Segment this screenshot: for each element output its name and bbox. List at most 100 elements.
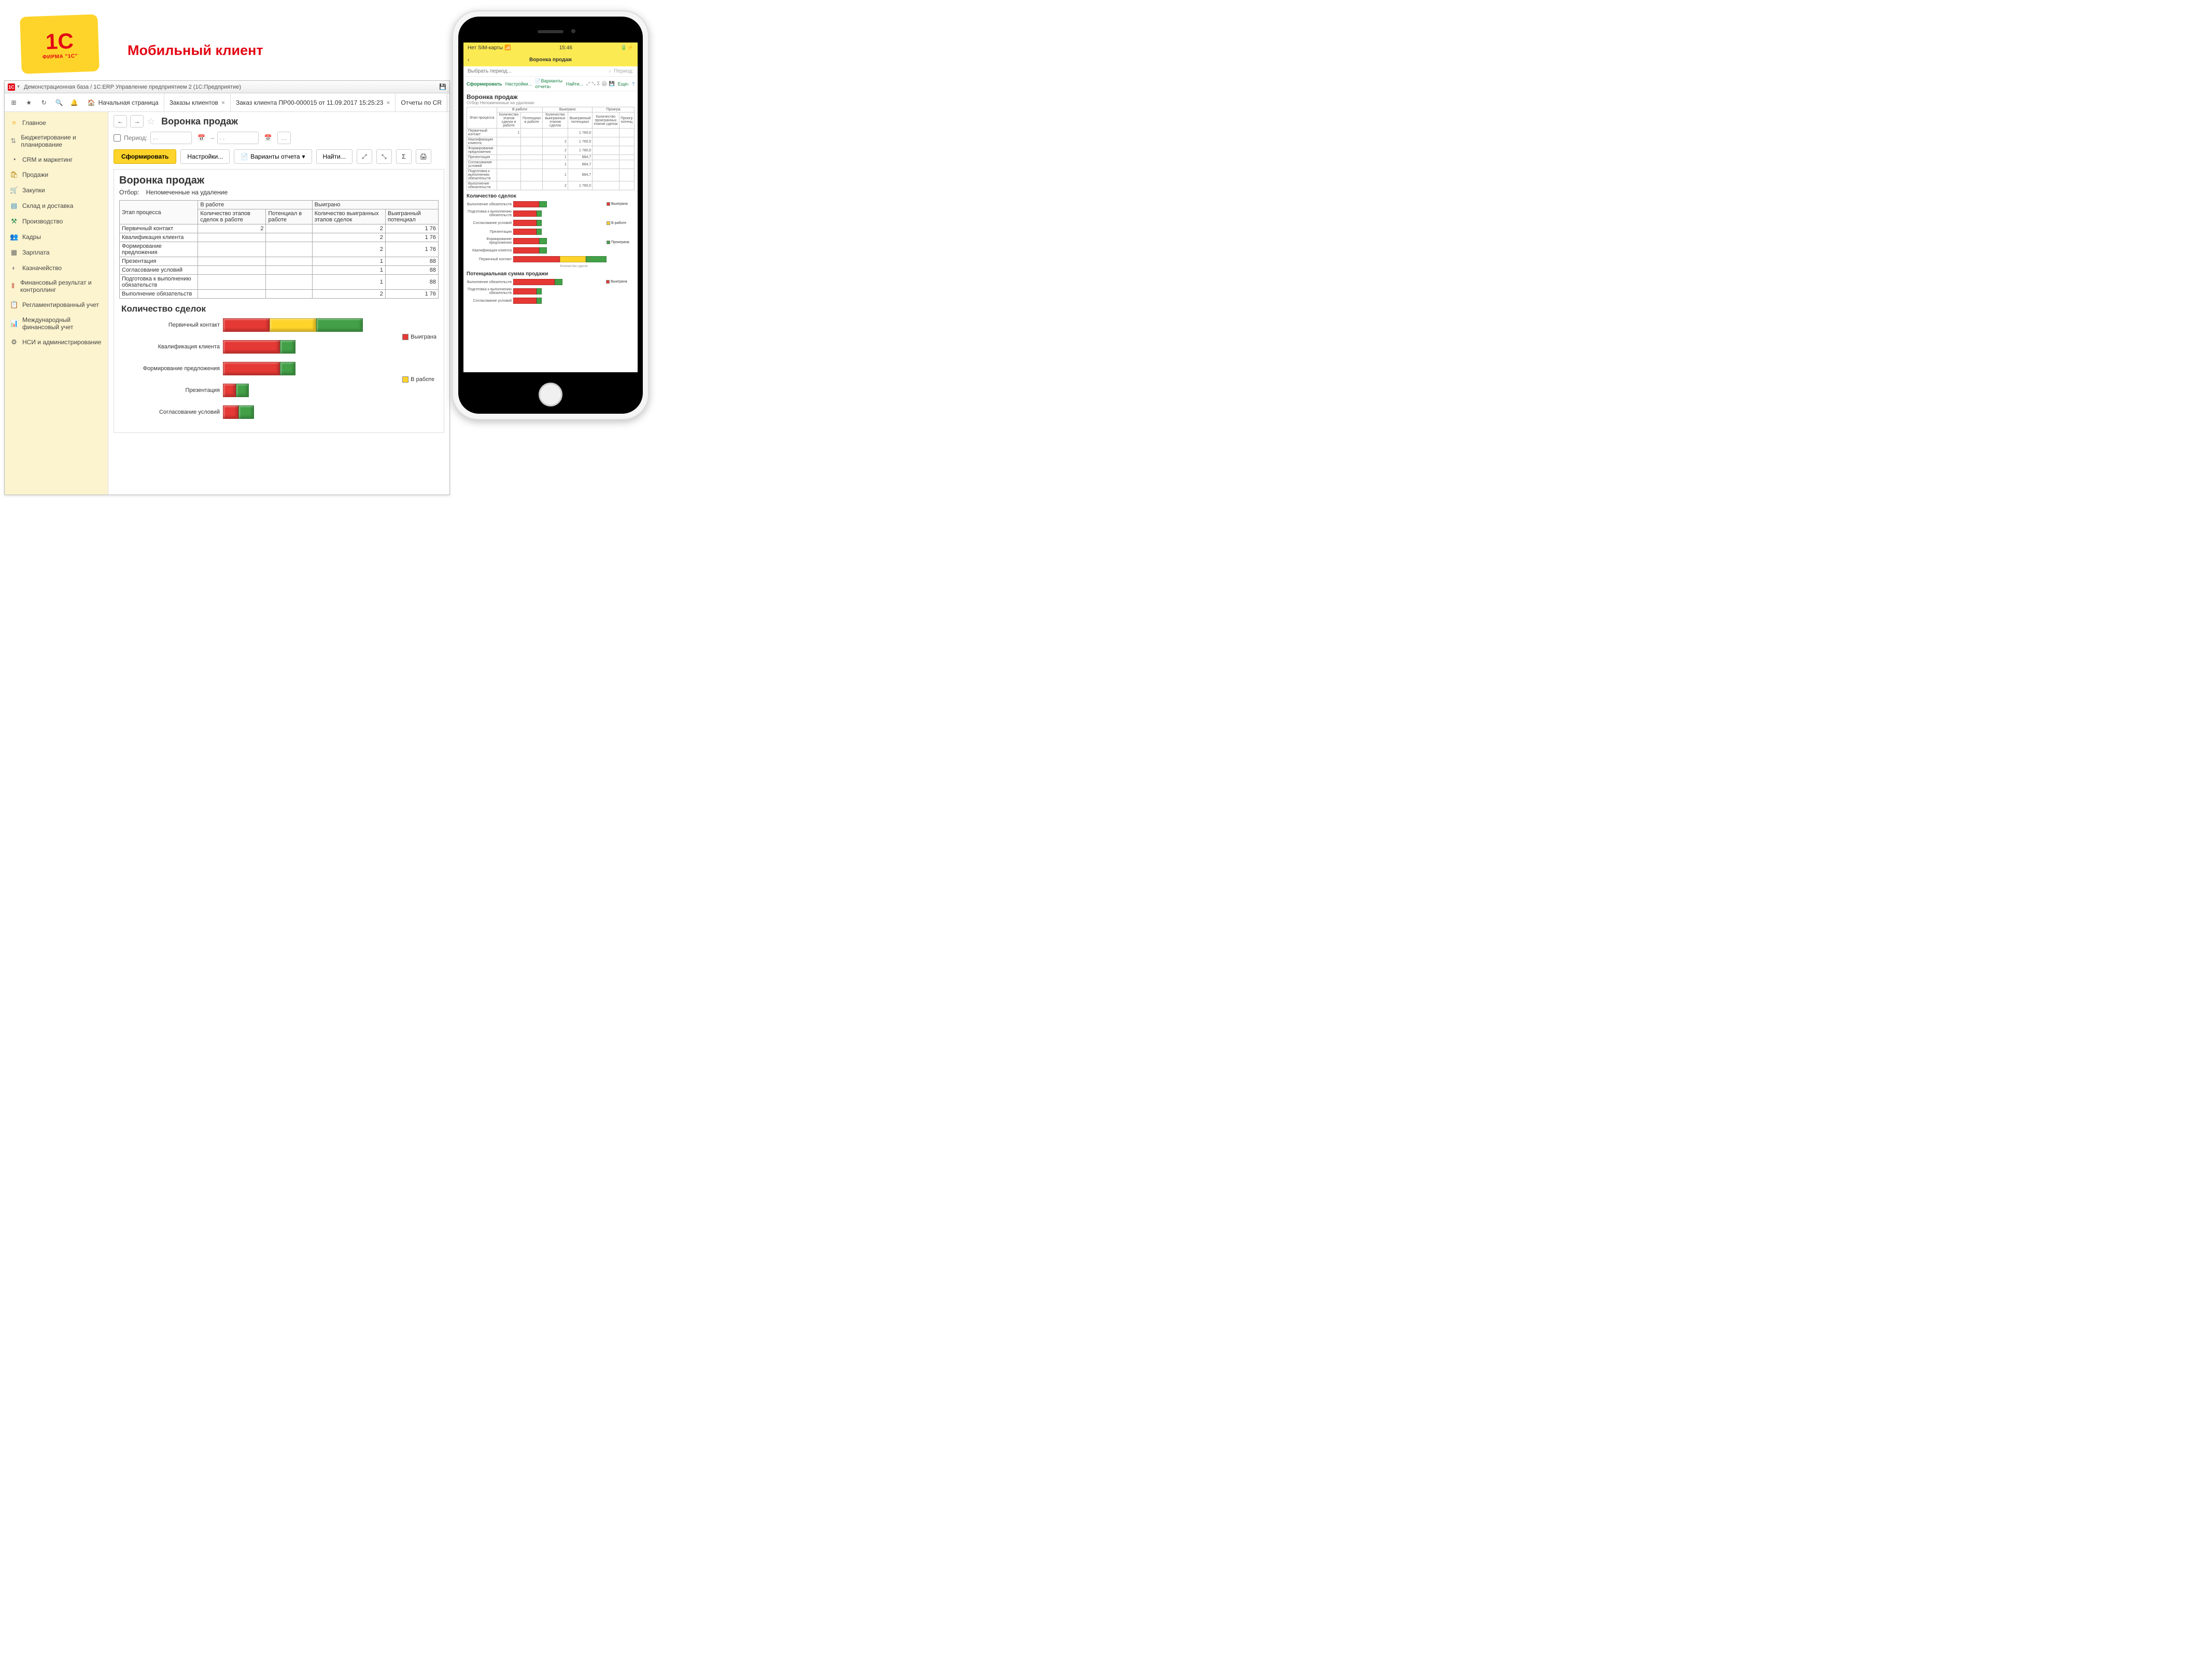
sidebar-item-10[interactable]: ⫴Финансовый результат и контроллинг xyxy=(5,275,108,297)
notifications-icon[interactable]: 🔔 xyxy=(67,95,81,110)
m-table-row: Квалификация клиента21 760,0 xyxy=(467,137,635,146)
nav-tab-2[interactable]: Заказ клиента ПР00-000015 от 11.09.2017 … xyxy=(231,94,396,111)
report-title: Воронка продаж xyxy=(119,175,439,187)
m-expand-icon[interactable]: ⤢ xyxy=(586,81,590,87)
m-bar-row: Подготовка к выполнению обязательств xyxy=(467,210,607,217)
sidebar-item-6[interactable]: ⚒Производство xyxy=(5,214,108,229)
sum-icon[interactable]: Σ xyxy=(396,149,412,164)
sidebar-item-8[interactable]: ▦Зарплата xyxy=(5,245,108,260)
calendar-to-icon[interactable]: 📅 xyxy=(262,132,274,144)
bar-segment xyxy=(223,384,236,397)
mobile-period-input[interactable] xyxy=(468,68,606,74)
m-sh-6: Проигр потенц xyxy=(619,113,634,129)
m-bar-segment xyxy=(537,229,542,235)
m-bar-track xyxy=(513,201,547,207)
mobile-back-icon[interactable]: ‹ xyxy=(468,57,469,63)
nav-tab-3[interactable]: Отчеты по CR xyxy=(396,94,447,111)
period-checkbox[interactable] xyxy=(114,134,121,142)
cell-stage: Квалификация клиента xyxy=(120,233,198,242)
m-legend-item: Проиграна xyxy=(607,241,635,244)
calendar-from-icon[interactable]: 📅 xyxy=(195,132,207,144)
mobile-chart1-title: Количество сделок xyxy=(467,193,635,199)
apps-icon[interactable]: ⊞ xyxy=(7,95,21,110)
period-from-input[interactable] xyxy=(150,132,192,144)
sidebar-item-3[interactable]: 🛍Продажи xyxy=(5,167,108,182)
sidebar-icon: ⚒ xyxy=(10,217,18,226)
bar-row: Презентация xyxy=(119,384,439,397)
sidebar-item-2[interactable]: ◔CRM и маркетинг xyxy=(5,152,108,167)
table-row: Подготовка к выполнению обязательств188 xyxy=(120,275,439,290)
m-collapse-icon[interactable]: ⤡ xyxy=(591,81,595,87)
mobile-settings-link[interactable]: Настройки... xyxy=(505,81,532,87)
period-more-button[interactable]: … xyxy=(277,132,291,144)
sidebar-item-11[interactable]: 📋Регламентированный учет xyxy=(5,297,108,313)
cell-won: 1 xyxy=(312,266,385,275)
sidebar-icon: 🛍 xyxy=(10,171,18,179)
favorite-star-icon[interactable]: ☆ xyxy=(147,116,155,127)
content-area: ← → ☆ Воронка продаж Период: 📅 – 📅 … Сфо… xyxy=(108,112,449,495)
sidebar-item-7[interactable]: 👥Кадры xyxy=(5,229,108,245)
m-sum-icon[interactable]: Σ xyxy=(597,81,600,87)
m-save-icon[interactable]: 💾 xyxy=(609,81,614,87)
cell-stage: Формирование предложения xyxy=(120,242,198,257)
sidebar-label: CRM и маркетинг xyxy=(22,156,73,163)
cell-pot xyxy=(266,242,312,257)
phone-home-button[interactable] xyxy=(539,383,562,406)
legend-label-won: Выиграна xyxy=(411,334,436,340)
sidebar-item-13[interactable]: ⚙НСИ и администрирование xyxy=(5,334,108,350)
tab-close-icon[interactable]: × xyxy=(221,99,225,106)
m-bar-segment xyxy=(539,201,547,207)
nav-tab-1[interactable]: Заказы клиентов× xyxy=(164,94,231,111)
period-to-input[interactable] xyxy=(217,132,259,144)
bar-label: Формирование предложения xyxy=(119,365,223,372)
expand-icon[interactable]: ⤢ xyxy=(357,149,372,164)
app-menu-dropdown-icon[interactable]: ▾ xyxy=(17,84,20,90)
m-print-icon[interactable]: 🖨 xyxy=(601,81,607,87)
search-icon[interactable]: 🔍 xyxy=(52,95,66,110)
report-filter: Отбор: Непомеченные на удаление xyxy=(119,189,439,196)
app-icon: 1C xyxy=(8,83,15,91)
m-bar-segment xyxy=(537,210,542,217)
nav-tab-0[interactable]: 🏠Начальная страница xyxy=(82,94,164,111)
m-cell-c5 xyxy=(593,155,619,160)
m-bar-track xyxy=(513,220,542,226)
mobile-more-link[interactable]: Еще› xyxy=(618,81,629,87)
sidebar-item-0[interactable]: ≡Главное xyxy=(5,115,108,130)
mobile-chart2-title: Потенциальная сумма продажи xyxy=(467,271,635,277)
report-variants-button[interactable]: 📄 Варианты отчета ▾ xyxy=(234,149,312,164)
history-icon[interactable]: ↻ xyxy=(37,95,51,110)
bar-track xyxy=(223,384,249,397)
sidebar-item-4[interactable]: 🛒Закупки xyxy=(5,182,108,198)
table-row: Первичный контакт221 76 xyxy=(120,224,439,233)
cell-inwork: 2 xyxy=(198,224,266,233)
tab-close-icon[interactable]: × xyxy=(386,99,390,106)
phone-speaker xyxy=(538,30,563,33)
bar-label: Согласование условий xyxy=(119,409,223,415)
mobile-period-chevron-icon[interactable]: › xyxy=(609,68,611,74)
mobile-variants-link[interactable]: 📄Варианты отчета› xyxy=(535,78,563,89)
sidebar-item-9[interactable]: ◐Казначейство xyxy=(5,260,108,275)
sidebar-item-5[interactable]: ▤Склад и доставка xyxy=(5,198,108,214)
collapse-icon[interactable]: ⤡ xyxy=(376,149,392,164)
mobile-help-icon[interactable]: ? xyxy=(632,81,635,87)
nav-forward-button[interactable]: → xyxy=(130,115,144,128)
m-th-0: Этап процесса xyxy=(467,107,497,129)
mobile-form-button[interactable]: Сформировать xyxy=(467,81,502,87)
sidebar-item-1[interactable]: ⇅Бюджетирование и планирование xyxy=(5,130,108,152)
nav-back-button[interactable]: ← xyxy=(114,115,127,128)
find-button[interactable]: Найти... xyxy=(316,149,353,164)
favorites-icon[interactable]: ★ xyxy=(22,95,36,110)
cell-wonpot: 88 xyxy=(385,275,438,290)
m-sh-5: Количество проигранных этапов сделок xyxy=(593,113,619,129)
settings-button[interactable]: Настройки... xyxy=(180,149,230,164)
mobile-find-link[interactable]: Найти... xyxy=(566,81,583,87)
m-bar-segment xyxy=(513,229,537,235)
save-icon[interactable]: 💾 xyxy=(439,83,446,90)
mobile-chart2: Выполнение обязательствПодготовка к выпо… xyxy=(467,279,606,306)
form-report-button[interactable]: Сформировать xyxy=(114,149,176,164)
m-cell-c4: 1 760,0 xyxy=(568,146,592,155)
sidebar-item-12[interactable]: 📊Международный финансовый учет xyxy=(5,313,108,334)
main-toolbar: ⊞ ★ ↻ 🔍 🔔 🏠Начальная страницаЗаказы клие… xyxy=(5,93,449,112)
print-icon[interactable]: 🖨 xyxy=(416,149,431,164)
m-legend-label: В работе xyxy=(611,221,626,225)
